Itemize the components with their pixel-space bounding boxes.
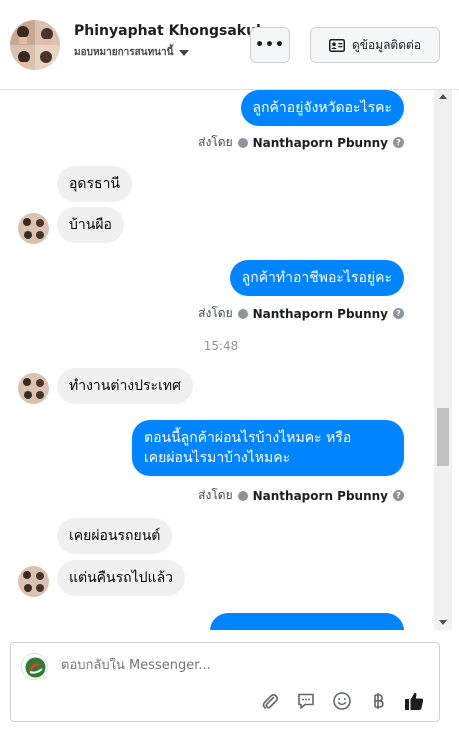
sender-name[interactable]: Nanthaporn Pbunny (253, 136, 388, 150)
outgoing-message-partial (210, 613, 404, 630)
contact-card-icon (328, 38, 345, 52)
customer-avatar[interactable] (10, 20, 60, 70)
message-timestamp: 15:48 (203, 339, 239, 353)
incoming-message: บ้านผือ (57, 207, 124, 243)
message-line: ตอนนี้ลูกค้าผ่อนไรบ้างไหมคะ หรือ (144, 430, 352, 446)
customer-avatar-small (18, 373, 49, 404)
outgoing-message: ลูกค้าทำอาชีพอะไรอยู่คะ (229, 260, 404, 296)
incoming-message: แต่นคืนรถไปแล้ว (57, 560, 186, 596)
view-contact-button[interactable]: ดูข้อมูลติดต่อ (310, 27, 440, 63)
verified-icon (237, 308, 248, 319)
sent-by-prefix: ส่งโดย (198, 306, 233, 320)
verified-icon (237, 490, 248, 501)
reply-composer (10, 642, 440, 722)
help-icon[interactable]: ? (393, 308, 404, 319)
scroll-thumb[interactable] (437, 408, 449, 466)
sender-name[interactable]: Nanthaporn Pbunny (253, 489, 388, 503)
composer-toolbar (259, 690, 425, 712)
incoming-message: อุดรธานี (57, 166, 132, 202)
sent-by-prefix: ส่งโดย (198, 135, 233, 149)
customer-avatar-small (18, 566, 49, 597)
conversation-header: Phinyaphat Khongsakul มอบหมายการสนทนานี้… (0, 0, 459, 90)
message-line: เคยผ่อนไรมาบ้างไหมคะ (144, 450, 291, 466)
outgoing-message: ตอนนี้ลูกค้าผ่อนไรบ้างไหมคะ หรือ เคยผ่อน… (132, 420, 404, 476)
customer-avatar-small (18, 213, 49, 244)
view-contact-label: ดูข้อมูลติดต่อ (351, 37, 422, 52)
thread-scrollbar[interactable] (434, 90, 452, 630)
more-label: ••• (255, 37, 285, 53)
customer-name[interactable]: Phinyaphat Khongsakul (74, 23, 261, 39)
sent-by-line: ส่งโดย Nanthaporn Pbunny ? (198, 133, 404, 152)
message-thread[interactable]: ลูกค้าอยู่จังหวัดอะไรคะ ส่งโดย Nanthapor… (0, 90, 434, 630)
sender-name[interactable]: Nanthaporn Pbunny (253, 307, 388, 321)
help-icon[interactable]: ? (393, 490, 404, 501)
more-options-button[interactable]: ••• (250, 27, 290, 63)
reply-input[interactable] (61, 658, 401, 673)
assign-label: มอบหมายการสนทนานี้ (74, 47, 174, 58)
assign-conversation-dropdown[interactable]: มอบหมายการสนทนานี้ (74, 45, 190, 60)
paperclip-icon[interactable] (259, 690, 281, 712)
scroll-up-arrow-icon[interactable] (439, 94, 447, 99)
page-avatar (21, 653, 48, 680)
caret-down-icon (179, 49, 190, 56)
thumbs-up-icon[interactable] (403, 690, 425, 712)
comment-icon[interactable] (295, 690, 317, 712)
scroll-down-arrow-icon[interactable] (439, 620, 447, 625)
smiley-icon[interactable] (331, 690, 353, 712)
sent-by-prefix: ส่งโดย (198, 488, 233, 502)
incoming-message: เคยผ่อนรถยนต์ (57, 518, 173, 554)
incoming-message: ทำงานต่างประเทศ (57, 368, 193, 404)
sent-by-line: ส่งโดย Nanthaporn Pbunny ? (198, 304, 404, 323)
sent-by-line: ส่งโดย Nanthaporn Pbunny ? (198, 486, 404, 505)
verified-icon (237, 137, 248, 148)
baht-icon[interactable] (367, 690, 389, 712)
outgoing-message: ลูกค้าอยู่จังหวัดอะไรคะ (240, 90, 404, 126)
help-icon[interactable]: ? (393, 137, 404, 148)
